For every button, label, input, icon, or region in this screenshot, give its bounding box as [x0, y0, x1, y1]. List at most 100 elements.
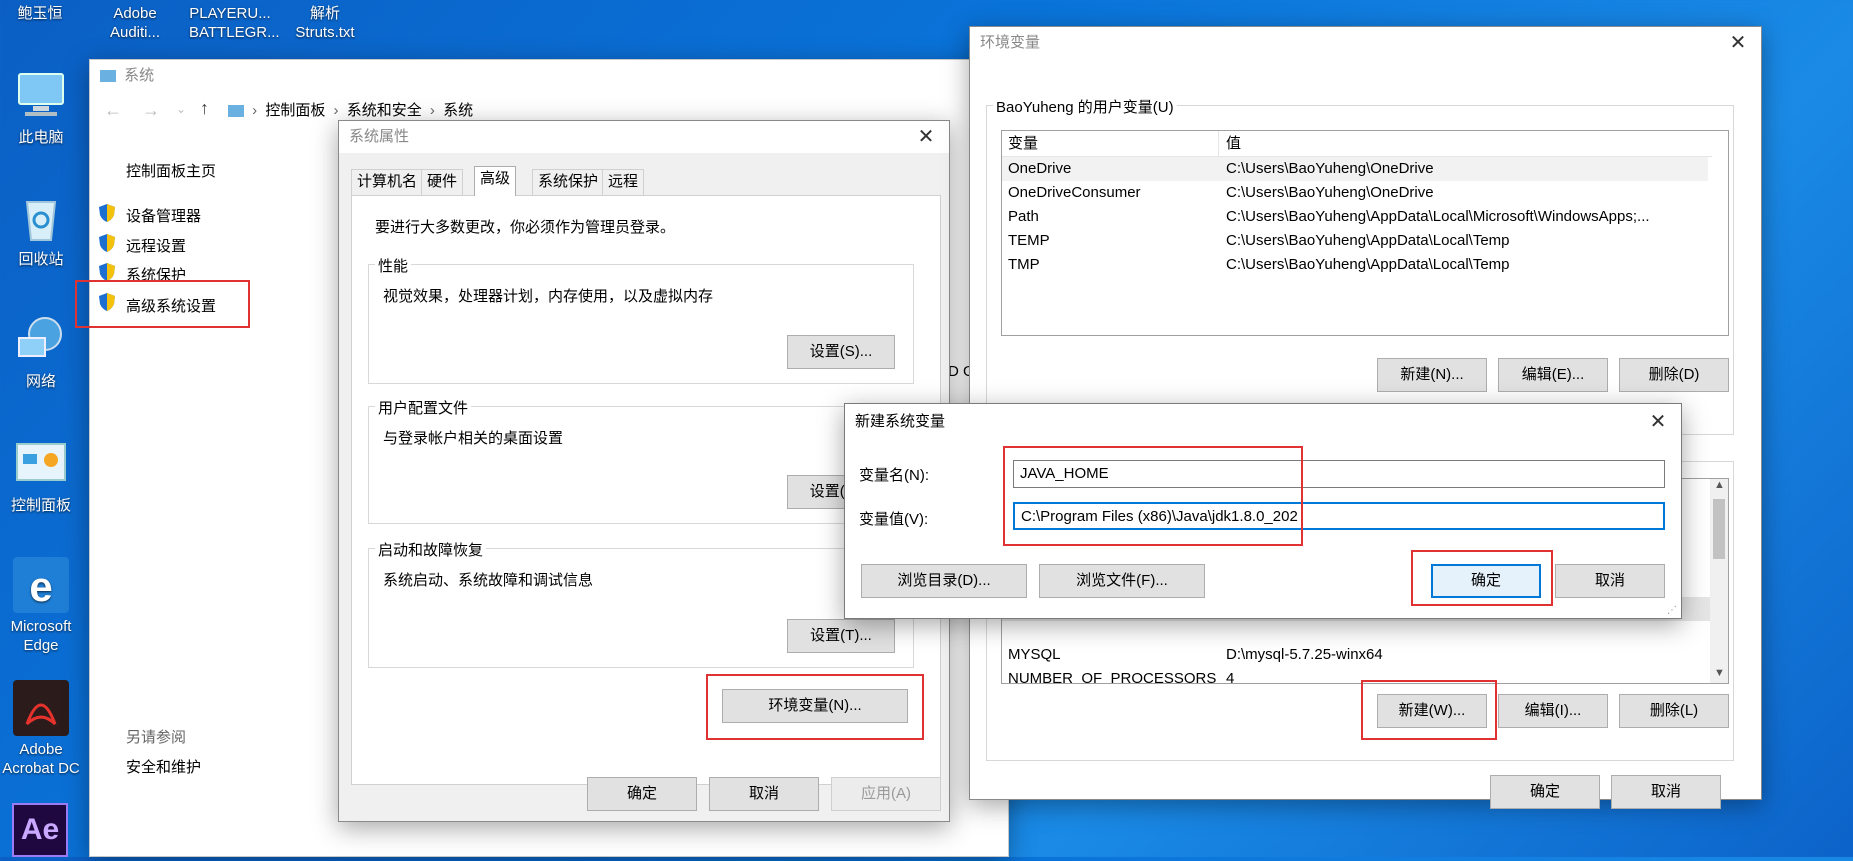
user-variables-table[interactable]: 变量 值 OneDrive C:\Users\BaoYuheng\OneDrive… — [1001, 130, 1729, 336]
newvar-body: 变量名(N): JAVA_HOME 变量值(V): C:\Program Fil… — [845, 440, 1681, 618]
system-window-icon — [100, 70, 116, 83]
table-row[interactable]: TMP C:\Users\BaoYuheng\AppData\Local\Temp — [1002, 253, 1708, 277]
control-panel-home-link[interactable]: 控制面板主页 — [126, 160, 216, 181]
environment-variables-button[interactable]: 环境变量(N)... — [722, 689, 908, 723]
scroll-thumb[interactable] — [1713, 499, 1725, 559]
tab-computer-name[interactable]: 计算机名 — [351, 169, 424, 195]
user-edit-button[interactable]: 编辑(E)... — [1498, 358, 1608, 392]
table-header: 变量 值 — [1002, 131, 1712, 157]
user-new-button[interactable]: 新建(N)... — [1377, 358, 1487, 392]
desktop-icon-label: 此电脑 — [18, 129, 64, 146]
chevron-down-icon[interactable]: ⌄ — [176, 102, 186, 116]
user-profile-label: 用户配置文件 — [375, 397, 472, 418]
svg-text:e: e — [29, 563, 52, 610]
nav-item-label: 高级系统设置 — [126, 298, 217, 315]
acrobat-icon — [13, 680, 69, 736]
user-profile-desc: 与登录帐户相关的桌面设置 — [383, 430, 564, 447]
scroll-up-icon[interactable]: ▲ — [1714, 479, 1725, 491]
desktop-icon-pubg[interactable]: PLAYERU... BATTLEGR... — [185, 4, 280, 42]
desktop-icon-acrobat[interactable]: Adobe Acrobat DC — [0, 680, 86, 778]
variable-name-input[interactable]: JAVA_HOME — [1013, 460, 1665, 488]
system-window-titlebar: 系统 — [90, 60, 1008, 92]
sysprops-title: 系统属性 — [349, 128, 410, 145]
scroll-down-icon[interactable]: ▼ — [1714, 667, 1725, 679]
desktop-icon-label: 回收站 — [18, 251, 64, 268]
table-row[interactable]: NUMBER_OF_PROCESSORS 4 — [1002, 667, 1708, 684]
startup-settings-button[interactable]: 设置(T)... — [787, 619, 895, 653]
desktop-icon-edge[interactable]: e Microsoft Edge — [0, 557, 86, 655]
desktop-icon-user[interactable]: 鲍玉恒 — [0, 4, 85, 23]
up-arrow-icon[interactable]: ↑ — [200, 98, 209, 119]
breadcrumb-sep: › — [429, 102, 435, 119]
tab-system-protection[interactable]: 系统保护 — [532, 169, 605, 195]
system-edit-button[interactable]: 编辑(I)... — [1498, 694, 1608, 728]
after-effects-icon[interactable]: Ae — [12, 803, 68, 857]
browse-file-button[interactable]: 浏览文件(F)... — [1039, 564, 1205, 598]
sysprops-ok-button[interactable]: 确定 — [587, 777, 697, 811]
recycle-bin-icon — [13, 190, 69, 246]
table-row[interactable]: OneDriveConsumer C:\Users\BaoYuheng\OneDr… — [1002, 181, 1708, 205]
browse-directory-button[interactable]: 浏览目录(D)... — [861, 564, 1027, 598]
close-icon[interactable]: ✕ — [1723, 27, 1753, 59]
table-row[interactable]: Path C:\Users\BaoYuheng\AppData\Local\Mic… — [1002, 205, 1708, 229]
breadcrumb-sep: › — [252, 102, 258, 119]
desktop-icon-label: Adobe Acrobat DC — [2, 741, 80, 777]
desktop-icon-adobe-audition[interactable]: Adobe Auditi... — [90, 4, 180, 42]
close-icon[interactable]: ✕ — [911, 121, 941, 153]
variable-value-input[interactable]: C:\Program Files (x86)\Java\jdk1.8.0_202 — [1013, 502, 1665, 530]
nav-item-label: 系统保护 — [126, 267, 187, 284]
envvars-cancel-button[interactable]: 取消 — [1611, 775, 1721, 809]
table-row[interactable]: TEMP C:\Users\BaoYuheng\AppData\Local\Tem… — [1002, 229, 1708, 253]
system-delete-button[interactable]: 删除(L) — [1619, 694, 1729, 728]
resize-grip-icon[interactable]: ⋰ — [1667, 605, 1677, 616]
edge-icon: e — [13, 557, 69, 613]
back-arrow-icon[interactable]: ← — [104, 100, 122, 121]
row-variable-value: C:\Users\BaoYuheng\OneDrive — [1226, 184, 1434, 201]
user-delete-button[interactable]: 删除(D) — [1619, 358, 1729, 392]
variable-name-label: 变量名(N): — [859, 467, 929, 484]
performance-settings-button[interactable]: 设置(S)... — [787, 335, 895, 369]
forward-arrow-icon[interactable]: → — [142, 100, 160, 121]
sysprops-cancel-button[interactable]: 取消 — [709, 777, 819, 811]
see-also-security-link[interactable]: 安全和维护 — [126, 756, 201, 777]
newvar-ok-button[interactable]: 确定 — [1431, 564, 1541, 598]
system-new-button[interactable]: 新建(W)... — [1377, 694, 1487, 728]
new-system-variable-dialog: 新建系统变量 ✕ 变量名(N): JAVA_HOME 变量值(V): C:\Pr… — [844, 403, 1682, 619]
envvars-ok-button[interactable]: 确定 — [1490, 775, 1600, 809]
envvars-titlebar: 环境变量 ✕ — [970, 27, 1761, 59]
performance-label: 性能 — [375, 255, 412, 276]
close-icon[interactable]: ✕ — [1643, 404, 1673, 440]
scrollbar[interactable]: ▲ ▼ — [1710, 479, 1728, 683]
desktop-icon-recycle-bin[interactable]: 回收站 — [0, 190, 86, 269]
column-divider — [1218, 131, 1219, 157]
column-header-variable[interactable]: 变量 — [1008, 131, 1038, 157]
breadcrumb-item[interactable]: 系统和安全 — [347, 102, 422, 119]
column-header-value[interactable]: 值 — [1226, 131, 1241, 157]
row-variable-value: C:\Users\BaoYuheng\AppData\Local\Microso… — [1226, 208, 1650, 225]
tab-advanced[interactable]: 高级 — [474, 166, 517, 196]
sysprops-apply-button[interactable]: 应用(A) — [831, 777, 941, 811]
row-variable-value: C:\Users\BaoYuheng\AppData\Local\Temp — [1226, 256, 1510, 273]
desktop-icon-label: Microsoft Edge — [10, 618, 72, 654]
desktop-icon-struts-txt[interactable]: 解析 Struts.txt — [280, 4, 370, 42]
newvar-cancel-button[interactable]: 取消 — [1555, 564, 1665, 598]
row-variable-name: NUMBER_OF_PROCESSORS — [1008, 670, 1217, 684]
shield-icon — [99, 263, 115, 281]
breadcrumb-item[interactable]: 系统 — [443, 102, 473, 119]
desktop-icon-network[interactable]: 网络 — [0, 312, 86, 391]
breadcrumb-item[interactable]: 控制面板 — [265, 102, 325, 119]
desktop-icon-control-panel[interactable]: 控制面板 — [0, 436, 86, 515]
user-profile-group: 用户配置文件 与登录帐户相关的桌面设置 设置(E)... — [368, 397, 914, 524]
performance-group: 性能 视觉效果，处理器计划，内存使用，以及虚拟内存 设置(S)... — [368, 255, 914, 384]
control-panel-icon — [13, 436, 69, 492]
system-window-title: 系统 — [124, 67, 155, 84]
tab-remote[interactable]: 远程 — [602, 169, 645, 195]
network-icon — [13, 312, 69, 368]
nav-item-label: 远程设置 — [126, 238, 187, 255]
row-variable-name: OneDriveConsumer — [1008, 184, 1141, 201]
see-also-heading: 另请参阅 — [126, 729, 187, 746]
tab-hardware[interactable]: 硬件 — [421, 169, 464, 195]
desktop-icon-this-pc[interactable]: 此电脑 — [0, 68, 86, 147]
table-row[interactable]: OneDrive C:\Users\BaoYuheng\OneDrive — [1002, 157, 1708, 181]
table-row[interactable]: MYSQL D:\mysql-5.7.25-winx64 — [1002, 643, 1708, 667]
